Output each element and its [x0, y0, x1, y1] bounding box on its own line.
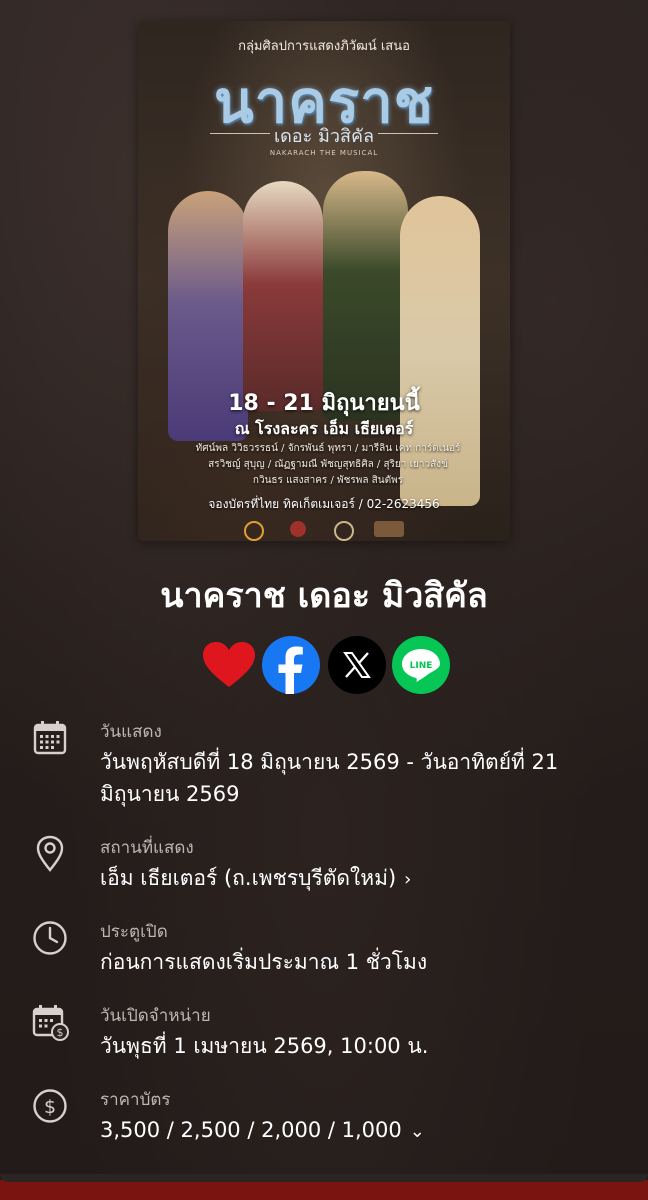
poster-subtitle: เดอะ มิวสิคัล	[273, 126, 375, 147]
price-label: ราคาบัตร	[100, 1090, 171, 1110]
info-row-doors: ประตูเปิด ก่อนการแสดงเริ่มประมาณ 1 ชั่วโ…	[30, 918, 610, 978]
share-x-button[interactable]	[328, 636, 386, 694]
poster-cast-line: สรวิชญ์ สุบุญ / ณัฏฐามณี พัชญสุทธิศิล / …	[208, 459, 448, 470]
calendar-price-icon: $	[30, 1002, 70, 1042]
poster-booking-info: จองบัตรที่ไทย ทิคเก็ตเมเจอร์ / 02-262345…	[208, 497, 440, 511]
poster-presenter: กลุ่มศิลปการแสดงภิวัฒน์ เสนอ	[238, 39, 410, 54]
bottom-action-bar-edge	[0, 1174, 648, 1200]
clock-icon	[30, 918, 70, 958]
sponsor-logo	[334, 521, 354, 541]
info-row-sale-date: $ วันเปิดจำหน่าย วันพุธที่ 1 เมษายน 2569…	[30, 1002, 610, 1062]
chevron-right-icon: ›	[404, 869, 412, 890]
sponsor-logo	[244, 521, 264, 541]
poster-cast-line: ทัศน์พล วิวิธวรรธน์ / จักรพันธ์ พุทรา / …	[195, 443, 461, 454]
svg-text:$: $	[44, 1096, 56, 1118]
venue-link[interactable]: เอ็ม เธียเตอร์ (ถ.เพชรบุรีตัดใหม่) ›	[100, 862, 600, 896]
info-row-venue[interactable]: สถานที่แสดง เอ็ม เธียเตอร์ (ถ.เพชรบุรีตั…	[30, 834, 610, 894]
dollar-icon: $	[30, 1086, 70, 1126]
doors-label: ประตูเปิด	[100, 922, 168, 942]
show-date-label: วันแสดง	[100, 722, 162, 742]
poster-ornament-right	[378, 133, 438, 134]
poster-venue: ณ โรงละคร เอ็ม เธียเตอร์	[234, 419, 414, 438]
sale-date-value: วันพุธที่ 1 เมษายน 2569, 10:00 น.	[100, 1034, 429, 1058]
poster-dates: 18 - 21 มิถุนายนนี้	[228, 391, 420, 416]
info-row-show-date: วันแสดง วันพฤหัสบดีที่ 18 มิถุนายน 2569 …	[30, 718, 610, 808]
doors-value: ก่อนการแสดงเริ่มประมาณ 1 ชั่วโมง	[100, 950, 428, 974]
location-pin-icon	[30, 834, 70, 874]
heart-icon	[203, 642, 255, 687]
facebook-icon	[278, 646, 303, 694]
price-value: 3,500 / 2,500 / 2,000 / 1,000	[100, 1118, 402, 1142]
svg-text:$: $	[57, 1026, 64, 1039]
x-icon	[343, 652, 371, 678]
sponsor-logo	[374, 521, 404, 537]
event-poster[interactable]: กลุ่มศิลปการแสดงภิวัฒน์ เสนอ นาคราช เดอะ…	[138, 21, 510, 541]
performer-figure	[323, 171, 408, 421]
venue-label: สถานที่แสดง	[100, 838, 194, 858]
share-facebook-button[interactable]	[262, 636, 320, 694]
share-line-button[interactable]: LINE	[392, 636, 450, 694]
share-bar: LINE	[200, 636, 460, 694]
calendar-icon	[30, 718, 70, 758]
line-logo-text: LINE	[410, 661, 433, 671]
show-date-value: วันพฤหัสบดีที่ 18 มิถุนายน 2569 - วันอาท…	[100, 750, 559, 806]
favorite-button[interactable]	[200, 636, 258, 694]
venue-value: เอ็ม เธียเตอร์ (ถ.เพชรบุรีตัดใหม่)	[100, 866, 397, 890]
poster-english-title: NAKARACH THE MUSICAL	[269, 149, 379, 157]
line-icon: LINE	[402, 649, 440, 682]
sale-date-label: วันเปิดจำหน่าย	[100, 1006, 211, 1026]
price-dropdown[interactable]: 3,500 / 2,500 / 2,000 / 1,000 ⌄	[100, 1114, 600, 1148]
event-title: นาคราช เดอะ มิวสิคัล	[160, 576, 488, 616]
sponsor-logo	[290, 521, 306, 537]
poster-cast-line: กวินธร แสงสาคร / พัชรพล สินตัพร	[252, 475, 404, 486]
performer-figure	[243, 181, 323, 411]
chevron-down-icon: ⌄	[409, 1121, 425, 1142]
info-row-price[interactable]: $ ราคาบัตร 3,500 / 2,500 / 2,000 / 1,000…	[30, 1086, 610, 1146]
